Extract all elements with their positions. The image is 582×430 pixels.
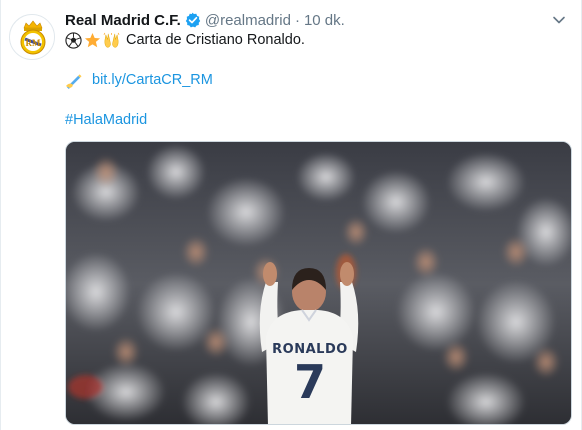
soccer-ball-icon xyxy=(65,31,82,49)
verified-badge-icon xyxy=(185,12,201,28)
tweet-photo[interactable]: RONALDO 7 xyxy=(65,141,572,425)
separator: · xyxy=(294,11,300,29)
tweet-card[interactable]: RM Real Madrid C.F. @realmadrid · 10 dk. xyxy=(0,0,582,430)
display-name[interactable]: Real Madrid C.F. xyxy=(65,12,181,29)
username[interactable]: @realmadrid xyxy=(205,12,291,29)
tweet-text-line: Carta de Cristiano Ronaldo. xyxy=(65,30,305,50)
tweet-link-line: bit.ly/CartaCR_RM xyxy=(65,70,213,90)
hashtag-link[interactable]: #HalaMadrid xyxy=(65,112,147,128)
jersey-number: 7 xyxy=(293,355,326,409)
chevron-down-icon[interactable] xyxy=(551,12,567,28)
avatar[interactable]: RM xyxy=(9,14,55,60)
tweet-text: Carta de Cristiano Ronaldo. xyxy=(126,32,305,48)
tweet-header: Real Madrid C.F. @realmadrid · 10 dk. xyxy=(65,10,345,30)
tweet-hashtag-line: #HalaMadrid xyxy=(65,110,147,130)
tweet-link[interactable]: bit.ly/CartaCR_RM xyxy=(92,70,213,90)
star-icon xyxy=(84,32,101,49)
raised-hands-icon xyxy=(103,32,120,49)
svg-text:RM: RM xyxy=(26,38,41,48)
writing-hand-icon xyxy=(65,72,82,89)
real-madrid-crest-icon: RM xyxy=(10,15,54,59)
timestamp[interactable]: 10 dk. xyxy=(304,12,345,29)
